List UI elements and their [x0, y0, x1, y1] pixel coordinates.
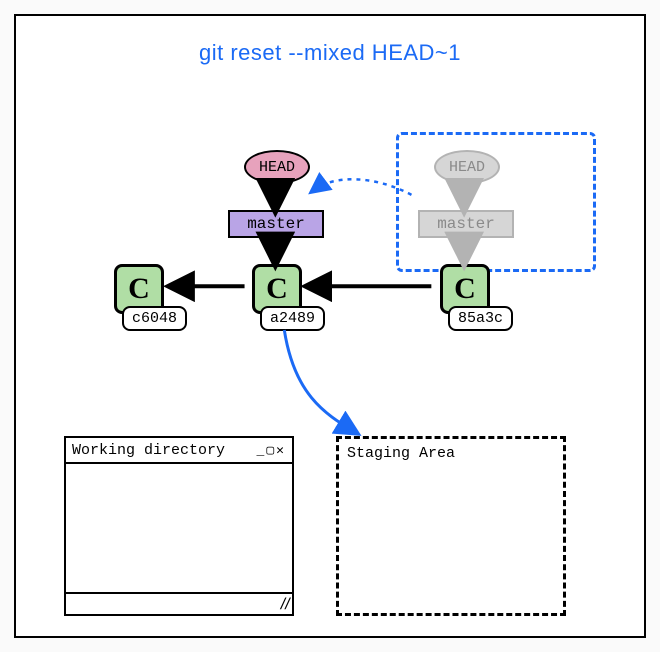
- ghost-head-pointer: HEAD: [434, 150, 500, 184]
- commit-c2-hash: 85a3c: [448, 306, 513, 331]
- commit-c1-hash: a2489: [260, 306, 325, 331]
- head-pointer: HEAD: [244, 150, 310, 184]
- commit-c0-hash: c6048: [122, 306, 187, 331]
- ghost-branch-master: master: [418, 210, 514, 238]
- staging-area: Staging Area: [336, 436, 566, 616]
- arrow-commit-to-staging: [284, 330, 354, 431]
- staging-area-title: Staging Area: [347, 445, 455, 462]
- working-directory-window: Working directory _▢✕ //: [64, 436, 294, 616]
- diagram-frame: git reset --mixed HEAD~1 HEAD master HEA…: [14, 14, 646, 638]
- working-directory-title: Working directory: [72, 442, 225, 459]
- diagram-title: git reset --mixed HEAD~1: [16, 40, 644, 66]
- window-controls: _▢✕: [257, 443, 286, 458]
- resize-grip-icon: //: [279, 596, 288, 612]
- ghost-region: [396, 132, 596, 272]
- branch-master: master: [228, 210, 324, 238]
